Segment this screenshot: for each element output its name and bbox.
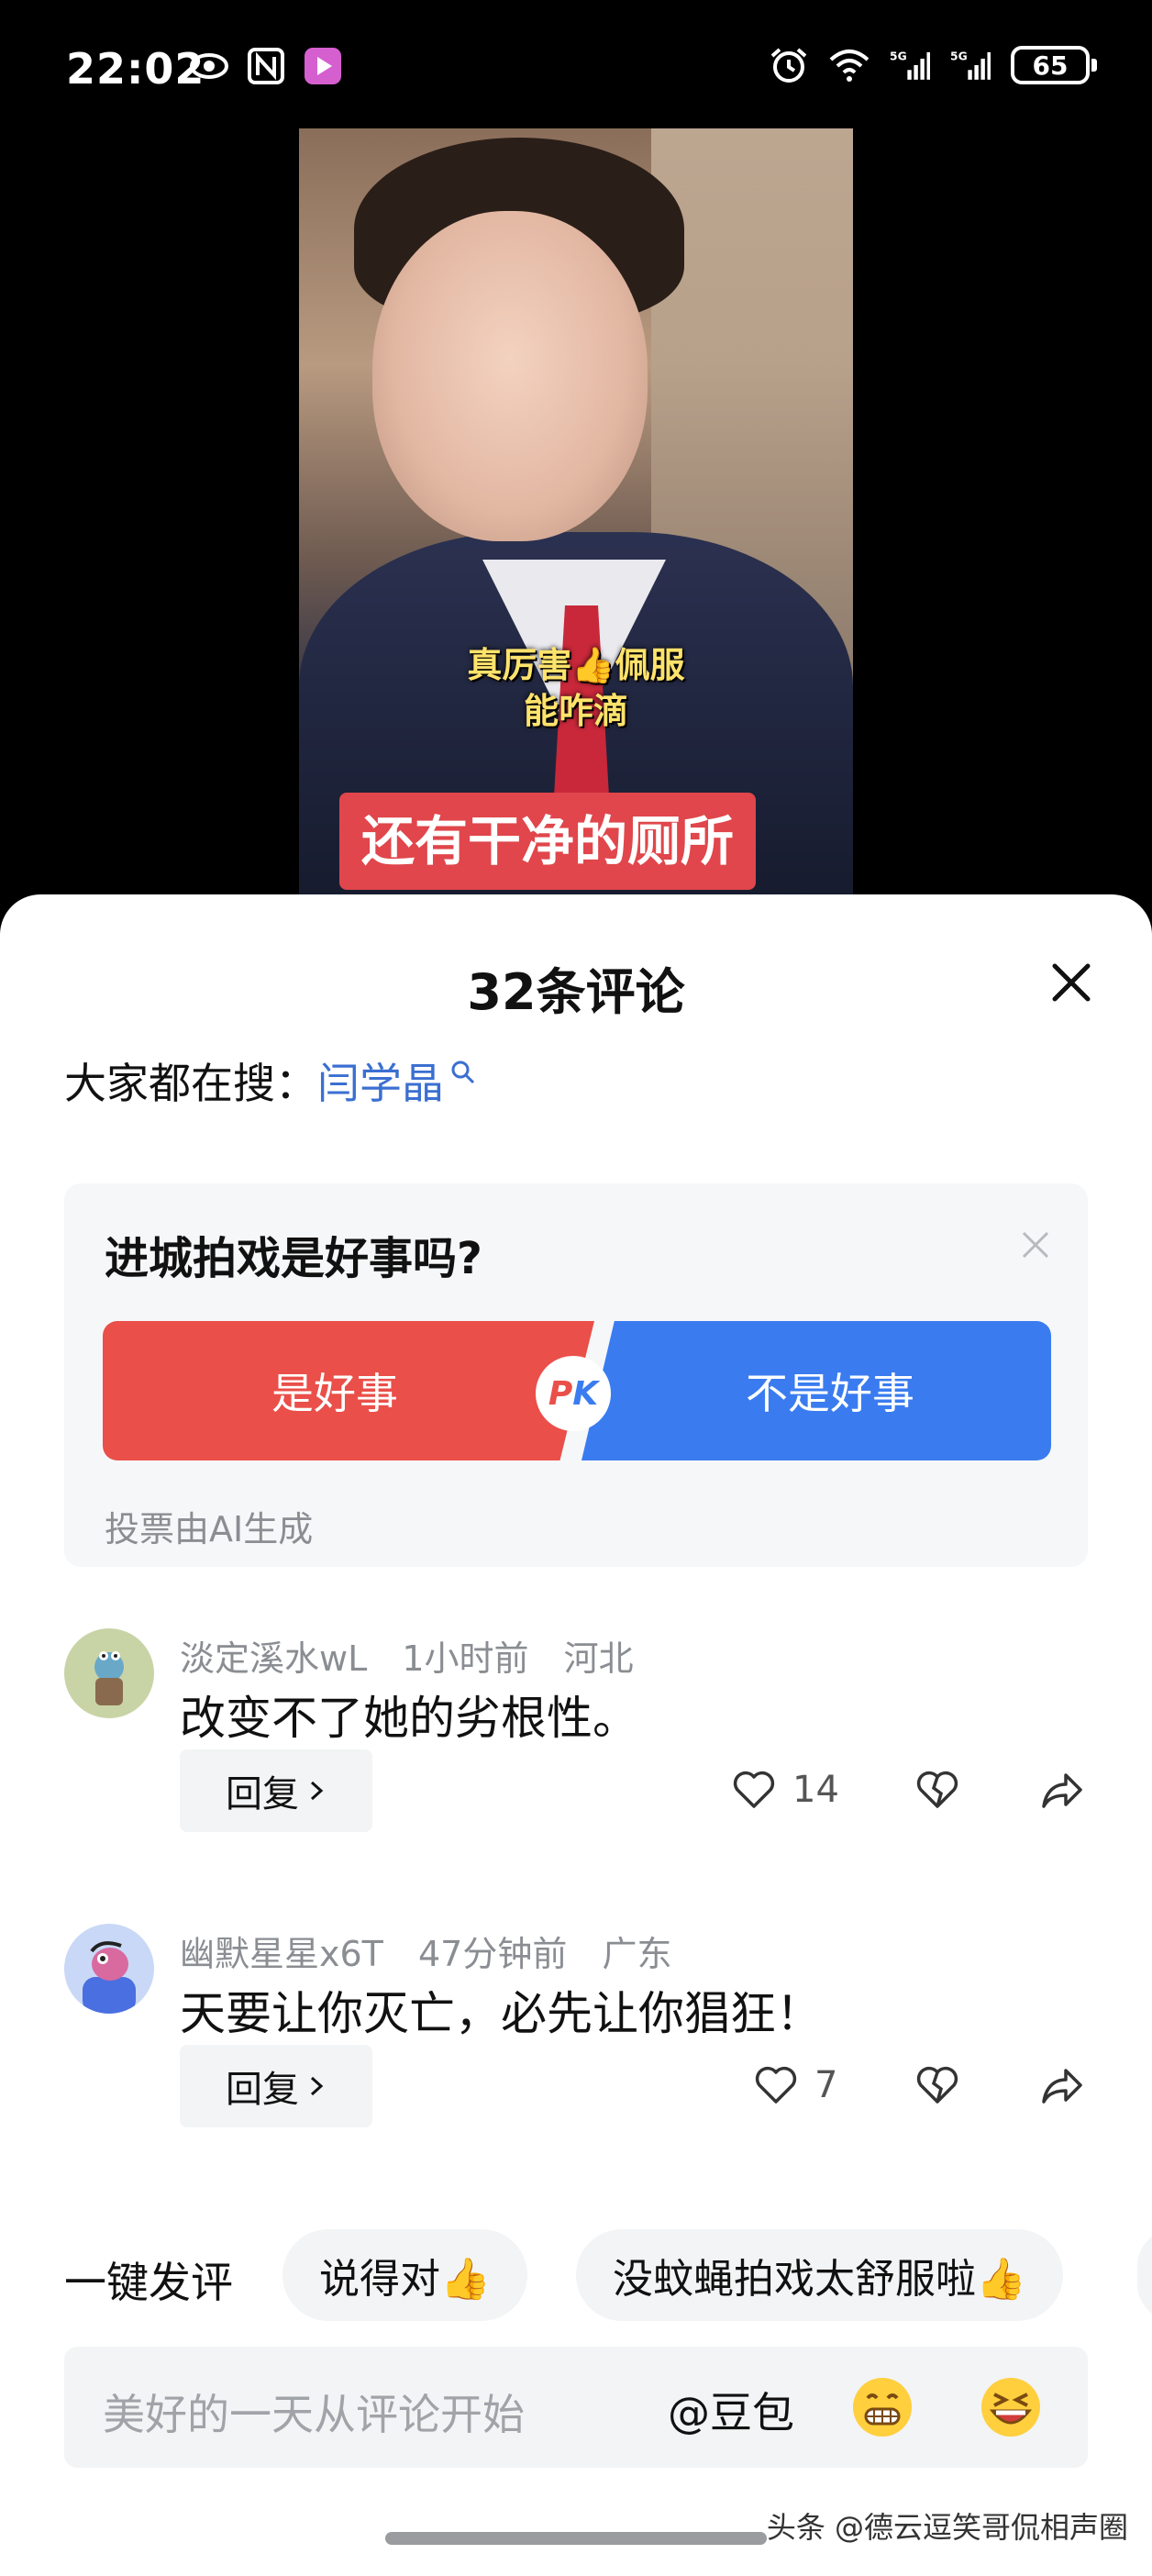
svg-text:5G: 5G [950,50,968,63]
reply-label: 回复 [226,2069,299,2111]
svg-text:5G: 5G [890,50,907,63]
comment-time: 47分钟前 [417,1934,568,1974]
poll-question: 进城拍戏是好事吗? [105,1233,482,1284]
battery-indicator: 65 [1011,46,1097,84]
dislike-button[interactable] [914,1766,961,1814]
avatar[interactable] [64,1924,154,2014]
quick-comment-chip-partial[interactable] [1137,2229,1152,2321]
reply-button[interactable]: 回复 [180,2045,372,2127]
pk-badge-p: P [548,1374,573,1413]
share-button[interactable] [1038,1766,1086,1814]
trending-search: 大家都在搜： 闫学晶 [64,1050,477,1111]
comment-location: 广东 [602,1934,672,1974]
comment-time: 1小时前 [402,1638,529,1679]
video-caption-line1: 真厉害👍佩服 [467,645,685,685]
comment-input[interactable]: 美好的一天从评论开始 @豆包 [64,2347,1088,2468]
comment-username[interactable]: 淡定溪水wL [180,1638,367,1679]
heart-icon [733,1771,775,1808]
comment-username[interactable]: 幽默星星x6T [180,1934,383,1974]
like-count: 14 [792,1769,839,1811]
reply-label: 回复 [226,1773,299,1815]
chevron-right-icon [310,2076,324,2096]
video-caption-top: 真厉害👍佩服 能咋滴 [299,642,853,734]
poll-ai-note: 投票由AI生成 [105,1509,314,1549]
pk-badge-k: K [572,1374,599,1413]
trending-search-term[interactable]: 闫学晶 [317,1050,444,1111]
quick-comment-row: 一键发评 说得对👍 没蚊蝇拍戏太舒服啦👍 [0,2229,1152,2321]
poll-option-yes-button[interactable]: 是好事 [103,1321,594,1460]
nfc-icon [248,48,284,84]
quick-comment-label: 一键发评 [64,2258,233,2307]
avatar[interactable] [64,1628,154,1718]
grin-emoji-icon[interactable] [849,2374,915,2440]
heart-icon [755,2066,797,2104]
reply-button[interactable]: 回复 [180,1749,372,1832]
comment-meta: 幽默星星x6T 47分钟前 广东 [180,1926,695,1976]
poll-close-icon[interactable] [1020,1229,1051,1260]
signal-5g-icon: 5G [950,50,991,80]
poll-card: 进城拍戏是好事吗? 是好事 不是好事 PK 投票由AI生成 [64,1183,1088,1567]
alarm-icon [770,48,807,83]
close-icon[interactable] [1046,957,1097,1008]
chevron-right-icon [310,1781,324,1801]
pk-badge: PK [536,1356,611,1431]
broken-heart-icon [916,1771,958,1808]
like-button[interactable]: 7 [752,2061,837,2109]
like-button[interactable]: 14 [730,1766,839,1814]
share-button[interactable] [1038,2061,1086,2109]
comment-location: 河北 [563,1638,634,1679]
poll-option-no-button[interactable]: 不是好事 [582,1321,1051,1460]
search-icon [451,1060,475,1084]
comment-input-placeholder: 美好的一天从评论开始 [103,2390,525,2439]
video-player[interactable]: 真厉害👍佩服 能咋滴 还有干净的厕所 [0,128,1152,917]
video-app-icon [305,48,341,84]
signal-5g-icon: 5G [890,50,930,80]
laugh-emoji-icon[interactable] [978,2374,1044,2440]
status-time: 22:02 [66,44,205,94]
wifi-icon [829,50,870,82]
eye-icon [190,53,228,79]
video-frame[interactable]: 真厉害👍佩服 能咋滴 还有干净的厕所 [299,128,853,917]
share-icon [1042,2069,1082,2104]
video-caption-line2: 能咋滴 [523,691,628,731]
home-indicator[interactable] [385,2532,767,2545]
quick-comment-chip[interactable]: 没蚊蝇拍戏太舒服啦👍 [576,2229,1063,2321]
comment-text: 天要让你灭亡，必先让你猖狂！ [180,1987,822,2040]
watermark: 头条 @德云逗笑哥侃相声圈 [766,2510,1128,2545]
share-icon [1042,1773,1082,1808]
video-caption-bottom: 还有干净的厕所 [339,793,757,890]
comment-meta: 淡定溪水wL 1小时前 河北 [180,1630,658,1681]
comment-sheet: 32条评论 大家都在搜： 闫学晶 进城拍戏是好事吗? 是好事 不是好事 PK 投… [0,894,1152,2576]
trending-search-label: 大家都在搜： [64,1059,317,1108]
mention-doubao-button[interactable]: @豆包 [668,2380,794,2440]
status-bar: 22:02 5G 5G 65 [0,0,1152,128]
like-count: 7 [814,2064,838,2106]
video-person-face [372,211,648,541]
dislike-button[interactable] [914,2061,961,2109]
comment-count-title: 32条评论 [467,963,685,1021]
status-left-icons [189,48,343,84]
broken-heart-icon [916,2066,958,2104]
comment-text: 改变不了她的劣根性。 [180,1692,638,1745]
status-right-icons: 5G 5G 65 [769,46,1097,84]
quick-comment-chip[interactable]: 说得对👍 [282,2229,527,2321]
